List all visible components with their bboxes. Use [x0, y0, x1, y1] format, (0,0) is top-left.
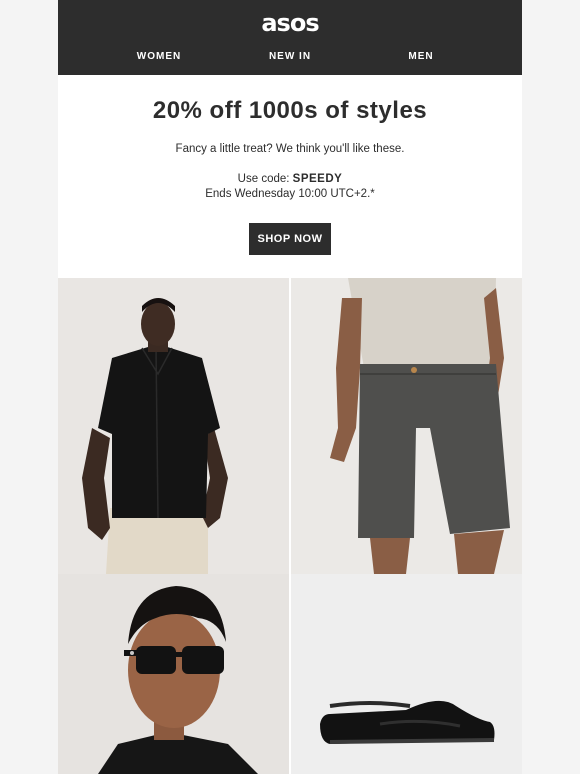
header: asos WOMEN NEW IN MEN: [58, 0, 522, 75]
product-tile-black-shirt[interactable]: [58, 278, 290, 574]
product-tile-sunglasses[interactable]: [58, 574, 290, 774]
product-tile-grey-shorts[interactable]: [290, 278, 522, 574]
asos-logo[interactable]: asos: [58, 8, 522, 38]
promo-code: SPEEDY: [292, 173, 343, 185]
promo-banner: 20% off 1000s of styles Fancy a little t…: [58, 75, 522, 278]
man-black-shirt-image: [58, 278, 290, 574]
grey-chino-shorts-image: [290, 278, 522, 574]
email-container: asos WOMEN NEW IN MEN 20% off 1000s of s…: [58, 0, 522, 774]
nav-women[interactable]: WOMEN: [109, 50, 209, 64]
man-sunglasses-image: [58, 574, 290, 774]
promo-ends: Ends Wednesday 10:00 UTC+2.*: [205, 188, 375, 200]
nav-men[interactable]: MEN: [371, 50, 471, 64]
product-grid: [58, 278, 522, 774]
grid-divider: [289, 278, 291, 774]
nav-new-in[interactable]: NEW IN: [240, 50, 340, 64]
shop-now-button[interactable]: SHOP NOW: [249, 223, 331, 255]
promo-title: 20% off 1000s of styles: [152, 97, 428, 124]
main-nav: WOMEN NEW IN MEN: [58, 50, 522, 64]
black-sneaker-image: [290, 574, 522, 774]
product-tile-black-sneaker[interactable]: [290, 574, 522, 774]
promo-code-line: Use code: SPEEDY: [58, 172, 522, 187]
promo-subtitle: Fancy a little treat? We think you'll li…: [175, 143, 405, 155]
promo-code-prefix: Use code:: [237, 173, 293, 185]
